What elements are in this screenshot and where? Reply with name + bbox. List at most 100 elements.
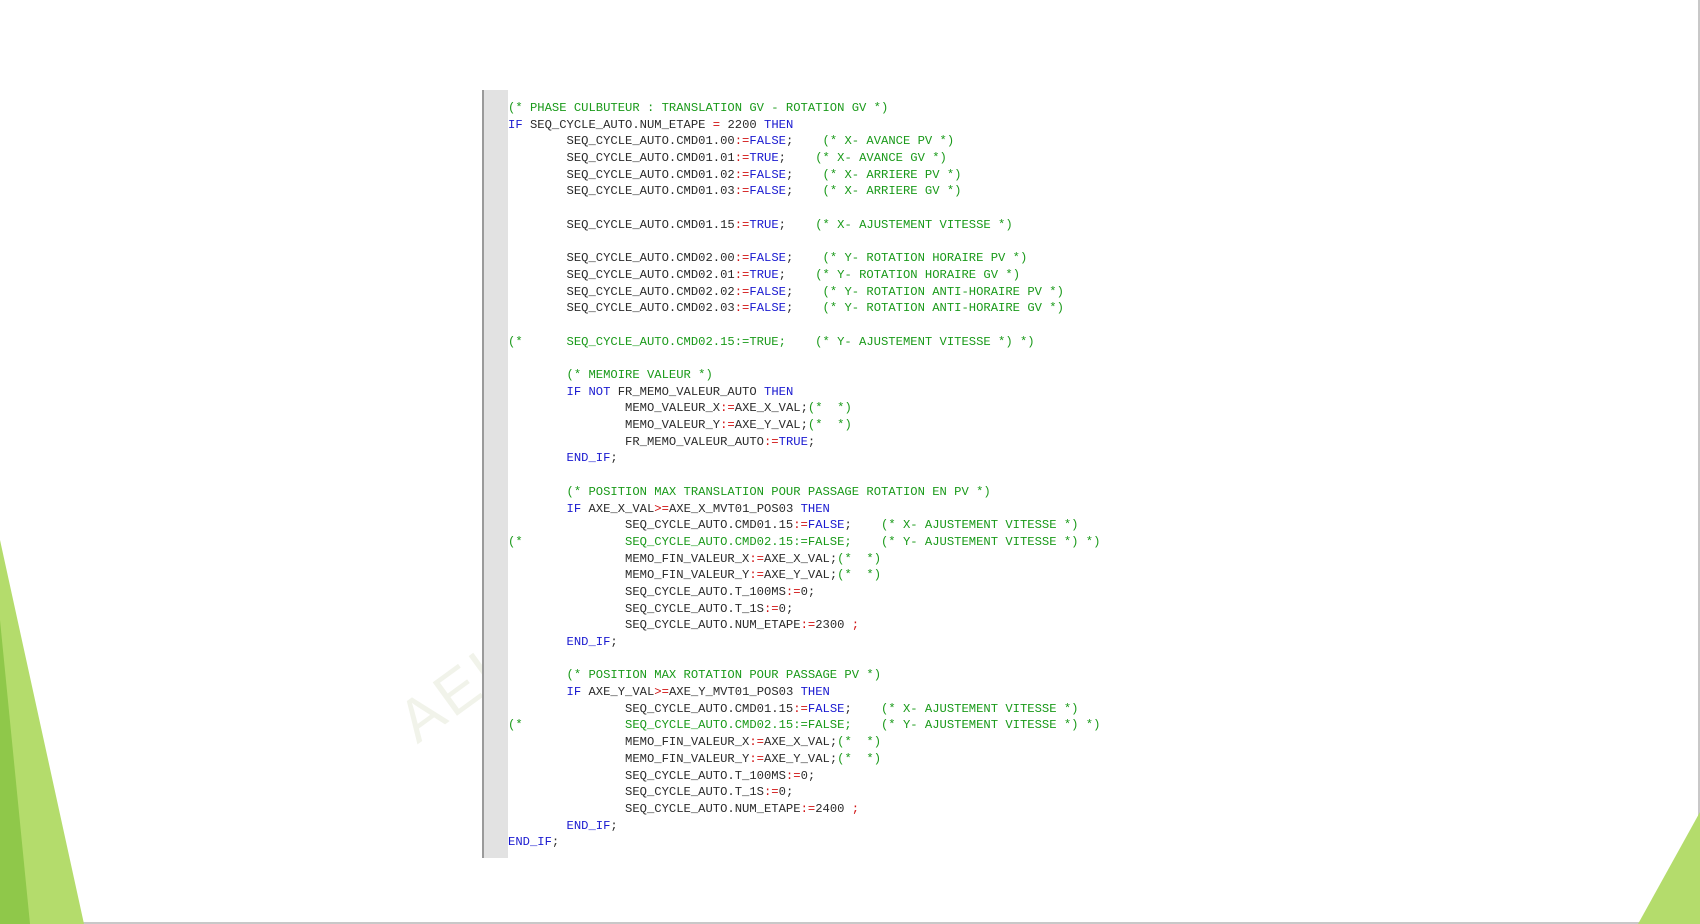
- code-operator: :=: [749, 751, 764, 766]
- code-comment: (* X- ARRIERE PV *): [822, 167, 962, 182]
- code-keyword: THEN: [764, 384, 794, 399]
- code-token: MEMO_FIN_VALEUR_X: [508, 551, 750, 566]
- code-keyword: THEN: [800, 501, 830, 516]
- code-editor[interactable]: (* PHASE CULBUTEUR : TRANSLATION GV - RO…: [482, 90, 1168, 858]
- code-operator: :=: [800, 801, 816, 816]
- code-line[interactable]: (* POSITION MAX TRANSLATION POUR PASSAGE…: [508, 484, 1168, 501]
- code-keyword: FALSE: [749, 184, 786, 199]
- code-line[interactable]: END_IF;: [508, 818, 1168, 835]
- code-line[interactable]: IF NOT FR_MEMO_VALEUR_AUTO THEN: [508, 384, 1168, 401]
- code-line[interactable]: [508, 200, 1168, 217]
- code-token: ;: [844, 701, 882, 716]
- code-line[interactable]: (* SEQ_CYCLE_AUTO.CMD02.15:=TRUE; (* Y- …: [508, 334, 1168, 351]
- code-token: SEQ_CYCLE_AUTO.CMD01.01: [508, 151, 735, 166]
- code-line[interactable]: SEQ_CYCLE_AUTO.NUM_ETAPE:=2400 ;: [508, 801, 1168, 818]
- code-line[interactable]: MEMO_VALEUR_Y:=AXE_Y_VAL;(* *): [508, 417, 1168, 434]
- code-line[interactable]: (* SEQ_CYCLE_AUTO.CMD02.15:=FALSE; (* Y-…: [508, 717, 1168, 734]
- code-operator: :=: [793, 701, 808, 716]
- code-keyword: FALSE: [749, 134, 786, 149]
- code-operator: >=: [654, 501, 669, 516]
- code-comment: (* Y- ROTATION HORAIRE PV *): [822, 251, 1028, 266]
- code-line[interactable]: SEQ_CYCLE_AUTO.NUM_ETAPE:=2300 ;: [508, 617, 1168, 634]
- code-token: SEQ_CYCLE_AUTO.CMD02.03: [508, 301, 735, 316]
- code-token: MEMO_FIN_VALEUR_Y: [508, 751, 750, 766]
- code-keyword: IF: [566, 685, 582, 700]
- code-line[interactable]: END_IF;: [508, 450, 1168, 467]
- code-token: AXE_Y_VAL: [581, 685, 655, 700]
- code-token: SEQ_CYCLE_AUTO.CMD01.02: [508, 167, 735, 182]
- code-line[interactable]: SEQ_CYCLE_AUTO.CMD02.00:=FALSE; (* Y- RO…: [508, 250, 1168, 267]
- code-line[interactable]: MEMO_FIN_VALEUR_X:=AXE_X_VAL;(* *): [508, 734, 1168, 751]
- code-comment: (* *): [807, 401, 852, 416]
- code-line[interactable]: SEQ_CYCLE_AUTO.T_1S:=0;: [508, 601, 1168, 618]
- code-line[interactable]: (* MEMOIRE VALEUR *): [508, 367, 1168, 384]
- code-operator: :=: [734, 167, 750, 182]
- code-token: MEMO_FIN_VALEUR_X: [508, 735, 750, 750]
- code-token: ;: [610, 635, 618, 649]
- code-line[interactable]: IF AXE_Y_VAL>=AXE_Y_MVT01_POS03 THEN: [508, 684, 1168, 701]
- code-line[interactable]: (* POSITION MAX ROTATION POUR PASSAGE PV…: [508, 667, 1168, 684]
- code-token: ;: [778, 267, 816, 282]
- code-line[interactable]: MEMO_FIN_VALEUR_Y:=AXE_Y_VAL;(* *): [508, 567, 1168, 584]
- code-comment: (* X- AJUSTEMENT VITESSE *): [815, 217, 1013, 232]
- code-line[interactable]: END_IF;: [508, 634, 1168, 651]
- code-line[interactable]: MEMO_FIN_VALEUR_Y:=AXE_Y_VAL;(* *): [508, 751, 1168, 768]
- code-token: 2200: [720, 117, 765, 132]
- code-area[interactable]: (* PHASE CULBUTEUR : TRANSLATION GV - RO…: [508, 100, 1168, 851]
- code-line[interactable]: MEMO_FIN_VALEUR_X:=AXE_X_VAL;(* *): [508, 551, 1168, 568]
- code-line[interactable]: SEQ_CYCLE_AUTO.CMD01.00:=FALSE; (* X- AV…: [508, 133, 1168, 150]
- code-keyword: IF NOT: [566, 384, 611, 399]
- code-line[interactable]: END_IF;: [508, 834, 1168, 851]
- code-token: SEQ_CYCLE_AUTO.CMD01.15: [508, 518, 794, 533]
- code-line[interactable]: SEQ_CYCLE_AUTO.CMD01.01:=TRUE; (* X- AVA…: [508, 150, 1168, 167]
- code-operator: :=: [749, 551, 764, 566]
- code-token: SEQ_CYCLE_AUTO.NUM_ETAPE: [522, 117, 713, 132]
- code-line[interactable]: FR_MEMO_VALEUR_AUTO:=TRUE;: [508, 434, 1168, 451]
- code-line[interactable]: SEQ_CYCLE_AUTO.CMD01.03:=FALSE; (* X- AR…: [508, 183, 1168, 200]
- code-keyword: FALSE: [807, 518, 845, 533]
- code-line[interactable]: SEQ_CYCLE_AUTO.CMD02.03:=FALSE; (* Y- RO…: [508, 300, 1168, 317]
- code-token: ;: [610, 451, 618, 466]
- code-keyword: TRUE: [749, 217, 779, 232]
- code-operator: :=: [734, 184, 750, 199]
- code-token: AXE_Y_VAL;: [734, 418, 808, 433]
- code-token: SEQ_CYCLE_AUTO.NUM_ETAPE: [508, 801, 801, 816]
- code-token: ;: [778, 151, 816, 166]
- code-line[interactable]: [508, 350, 1168, 367]
- code-line[interactable]: [508, 317, 1168, 334]
- code-operator: :=: [749, 735, 764, 750]
- code-line[interactable]: SEQ_CYCLE_AUTO.CMD01.15:=FALSE; (* X- AJ…: [508, 701, 1168, 718]
- code-line[interactable]: [508, 651, 1168, 668]
- code-token: FR_MEMO_VALEUR_AUTO: [508, 434, 764, 449]
- code-line[interactable]: SEQ_CYCLE_AUTO.T_1S:=0;: [508, 784, 1168, 801]
- code-token: FR_MEMO_VALEUR_AUTO: [610, 384, 764, 399]
- code-token: AXE_Y_VAL;: [764, 751, 838, 766]
- code-token: AXE_X_VAL;: [764, 551, 838, 566]
- code-line[interactable]: [508, 234, 1168, 251]
- code-comment: (* *): [837, 751, 882, 766]
- code-token: 0;: [800, 768, 816, 783]
- code-line[interactable]: SEQ_CYCLE_AUTO.CMD01.15:=FALSE; (* X- AJ…: [508, 517, 1168, 534]
- code-line[interactable]: (* SEQ_CYCLE_AUTO.CMD02.15:=FALSE; (* Y-…: [508, 534, 1168, 551]
- code-line[interactable]: MEMO_VALEUR_X:=AXE_X_VAL;(* *): [508, 400, 1168, 417]
- code-keyword: FALSE: [749, 251, 786, 266]
- code-line[interactable]: IF SEQ_CYCLE_AUTO.NUM_ETAPE = 2200 THEN: [508, 117, 1168, 134]
- code-line[interactable]: SEQ_CYCLE_AUTO.CMD02.02:=FALSE; (* Y- RO…: [508, 284, 1168, 301]
- code-line[interactable]: IF AXE_X_VAL>=AXE_X_MVT01_POS03 THEN: [508, 501, 1168, 518]
- code-line[interactable]: SEQ_CYCLE_AUTO.CMD01.15:=TRUE; (* X- AJU…: [508, 217, 1168, 234]
- code-line[interactable]: [508, 467, 1168, 484]
- code-comment: (* PHASE CULBUTEUR : TRANSLATION GV - RO…: [508, 101, 889, 115]
- code-line[interactable]: SEQ_CYCLE_AUTO.CMD01.02:=FALSE; (* X- AR…: [508, 167, 1168, 184]
- code-comment: (* *): [837, 735, 882, 750]
- code-line[interactable]: SEQ_CYCLE_AUTO.T_100MS:=0;: [508, 584, 1168, 601]
- code-comment: (* X- AJUSTEMENT VITESSE *): [881, 518, 1079, 533]
- code-line[interactable]: SEQ_CYCLE_AUTO.CMD02.01:=TRUE; (* Y- ROT…: [508, 267, 1168, 284]
- code-line[interactable]: SEQ_CYCLE_AUTO.T_100MS:=0;: [508, 768, 1168, 785]
- code-line[interactable]: (* PHASE CULBUTEUR : TRANSLATION GV - RO…: [508, 100, 1168, 117]
- code-token: MEMO_FIN_VALEUR_Y: [508, 568, 750, 583]
- code-token: ;: [785, 284, 823, 299]
